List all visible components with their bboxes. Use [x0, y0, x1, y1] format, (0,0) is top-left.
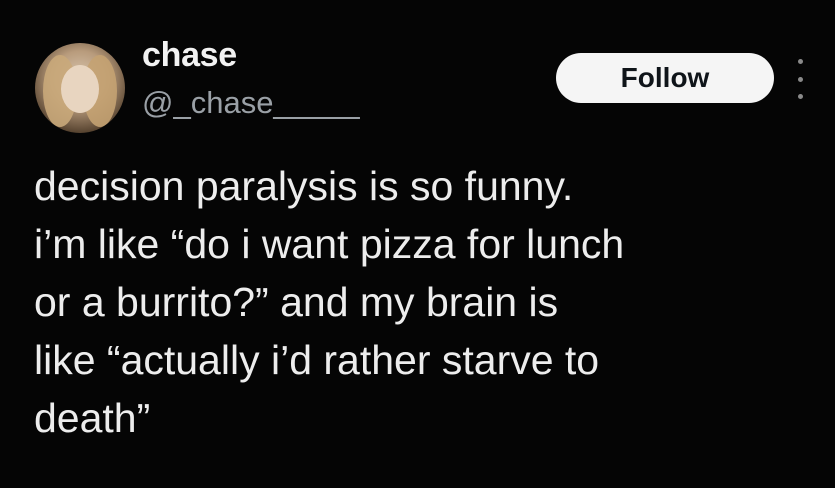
tweet-card: chase @_chase_____ Follow decision paral…	[0, 0, 835, 488]
more-vertical-icon[interactable]	[796, 59, 804, 99]
tweet-line: decision paralysis is so funny.	[34, 163, 574, 209]
user-handle[interactable]: @_chase_____	[142, 85, 360, 121]
more-dot	[797, 76, 803, 82]
avatar[interactable]	[35, 43, 125, 133]
tweet-text: decision paralysis is so funny. i’m like…	[34, 157, 824, 447]
tweet-line: like “actually i’d rather starve to	[34, 337, 600, 383]
display-name[interactable]: chase	[142, 36, 237, 75]
tweet-line: death”	[34, 395, 151, 441]
tweet-line: i’m like “do i want pizza for lunch	[34, 221, 625, 267]
avatar-face	[61, 65, 99, 113]
tweet-line: or a burrito?” and my brain is	[34, 279, 559, 325]
follow-button[interactable]: Follow	[556, 53, 774, 103]
more-dot	[797, 94, 803, 99]
more-dot	[797, 59, 803, 64]
